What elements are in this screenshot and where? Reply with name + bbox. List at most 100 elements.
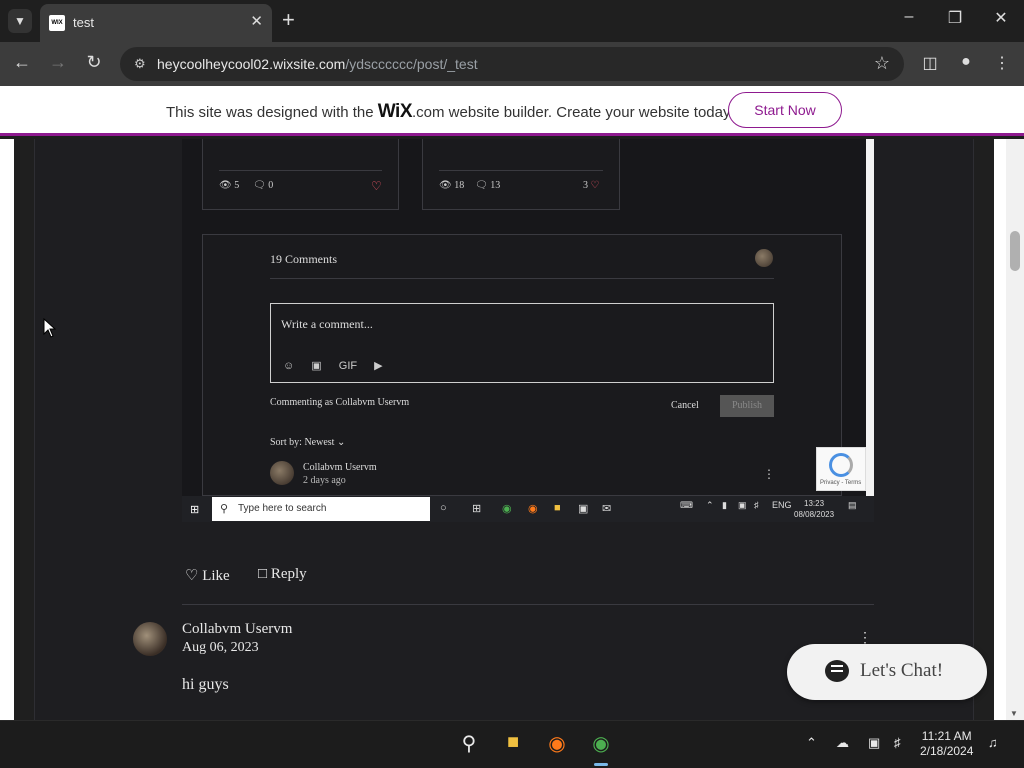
page-margin-right	[994, 139, 1006, 720]
comment-editor[interactable]: Write a comment... ☺ ▣ GIF ▶	[270, 303, 774, 383]
onedrive-icon[interactable]: ☁	[836, 735, 849, 751]
comments-section: 19 Comments Write a comment... ☺ ▣ GIF ▶…	[202, 234, 842, 496]
reply-icon: □	[258, 566, 268, 582]
active-app-indicator	[594, 763, 608, 766]
views-count: 5	[234, 180, 240, 191]
forward-icon[interactable]: →	[46, 52, 70, 73]
views-count: 18	[454, 180, 465, 191]
chat-label: Let's Chat!	[860, 660, 944, 681]
heart-icon: ♡	[590, 180, 600, 191]
windows-start-icon: ⊞	[190, 504, 200, 516]
network-icon[interactable]: ▣	[868, 735, 880, 751]
keyboard-icon: ⌨	[680, 500, 693, 510]
file-explorer-icon[interactable]: ■	[499, 731, 527, 754]
heart-icon[interactable]: ♡	[371, 179, 382, 193]
camera-icon[interactable]: ▣	[311, 360, 321, 372]
publish-button[interactable]: Publish	[720, 395, 774, 417]
search-icon: ⚲	[220, 503, 229, 515]
wix-banner: This site was designed with the WiX.com …	[0, 86, 1024, 136]
embedded-time: 13:23	[804, 499, 825, 508]
video-icon[interactable]: ▶	[374, 360, 382, 372]
window-close-icon[interactable]: ✕	[986, 8, 1016, 28]
url-host: heycoolheycool02.wixsite.com	[157, 56, 346, 72]
side-panel-icon[interactable]: ◫	[918, 53, 942, 73]
recaptcha-icon	[829, 453, 853, 477]
page-margin-left	[0, 139, 14, 720]
views-stat: 👁 5	[219, 180, 240, 191]
clock-date: 2/18/2024	[920, 744, 974, 758]
battery-icon: ▮	[722, 500, 727, 510]
folder-icon: ■	[554, 502, 561, 514]
editor-toolbar: ☺ ▣ GIF ▶	[283, 359, 397, 372]
cancel-button[interactable]: Cancel	[671, 400, 699, 411]
task-view-icon: ⊞	[472, 503, 482, 515]
comments-count-title: 19 Comments	[270, 252, 338, 266]
profile-icon[interactable]: ●	[954, 53, 978, 71]
mail-icon: ✉	[602, 503, 612, 515]
start-now-button[interactable]: Start Now	[728, 92, 842, 128]
menu-kebab-icon[interactable]: ⋮	[990, 53, 1014, 73]
avatar[interactable]	[270, 461, 294, 485]
gif-button[interactable]: GIF	[339, 360, 357, 372]
heart-icon: ♡	[185, 568, 199, 584]
reply-button[interactable]: □ Reply	[258, 566, 307, 583]
url-text: heycoolheycool02.wixsite.com/ydscccccc/p…	[157, 56, 478, 72]
reply-label: Reply	[270, 566, 307, 582]
more-options-icon[interactable]: ⋮	[763, 467, 775, 481]
embedded-scrollbar	[866, 139, 874, 496]
new-tab-icon[interactable]: +	[282, 8, 295, 32]
page-scrollbar[interactable]: ▼	[1006, 139, 1024, 720]
related-post-card-1[interactable]: 👁 5 🗨 0 ♡	[202, 139, 399, 210]
divider	[270, 278, 774, 279]
comments-stat: 🗨 0	[253, 180, 274, 191]
avatar[interactable]	[133, 622, 167, 656]
address-bar[interactable]: ⚙ heycoolheycool02.wixsite.com/ydscccccc…	[120, 47, 904, 81]
tray-chevron-icon[interactable]: ⌃	[806, 735, 817, 751]
wix-banner-message: This site was designed with the WiX.com …	[166, 101, 734, 123]
chrome-icon[interactable]: ◉	[587, 731, 615, 756]
windows-taskbar: ⚲ ■ ◉ ◉ ⌃ ☁ ▣ ♯ 11:21 AM 2/18/2024 ♫	[0, 720, 1024, 768]
emoji-icon[interactable]: ☺	[283, 360, 294, 372]
scrollbar-thumb[interactable]	[1010, 231, 1020, 271]
tab-search-icon[interactable]: ▼	[8, 9, 32, 33]
search-icon[interactable]: ⚲	[455, 731, 483, 756]
likes-stat: 3 ♡	[583, 180, 599, 191]
reload-icon[interactable]: ↻	[82, 52, 106, 73]
restore-icon[interactable]: ❐	[940, 8, 970, 28]
commenting-as: Commenting as Collabvm Uservm	[270, 397, 410, 408]
firefox-icon: ◉	[528, 503, 538, 515]
sort-dropdown[interactable]: Sort by: Newest ⌄	[270, 437, 345, 448]
lets-chat-button[interactable]: Let's Chat!	[787, 644, 987, 700]
post-embedded-screenshot: 👁 5 🗨 0 ♡ 👁 18 🗨 13 3 ♡ 19 Comments Writ…	[182, 139, 874, 522]
scroll-down-icon[interactable]: ▼	[1010, 709, 1018, 718]
like-button[interactable]: ♡ Like	[185, 566, 230, 585]
clock-time: 11:21 AM	[921, 729, 972, 743]
avatar[interactable]	[755, 249, 773, 267]
tab-close-icon[interactable]: ✕	[250, 12, 263, 30]
tab-test[interactable]: WIX test ✕	[40, 4, 272, 42]
system-clock[interactable]: 11:21 AM 2/18/2024	[920, 729, 973, 759]
recaptcha-text: Privacy - Terms	[820, 480, 862, 486]
related-post-card-2[interactable]: 👁 18 🗨 13 3 ♡	[422, 139, 620, 210]
bookmark-star-icon[interactable]: ☆	[874, 53, 890, 74]
comment-text: hi guys	[182, 676, 229, 693]
site-info-icon[interactable]: ⚙	[134, 56, 146, 72]
back-icon[interactable]: ←	[10, 52, 34, 73]
sort-label: Sort by: Newest	[270, 437, 335, 448]
notification-bell-icon[interactable]: ♫	[988, 735, 998, 750]
comment-placeholder: Write a comment...	[281, 317, 373, 331]
chat-icon	[825, 660, 849, 682]
recaptcha-badge[interactable]: Privacy - Terms	[816, 447, 866, 491]
volume-muted-icon[interactable]: ♯	[894, 735, 901, 750]
comments-stat: 🗨 13	[475, 180, 501, 191]
firefox-icon[interactable]: ◉	[543, 731, 571, 756]
taskbar-search-box: ⚲ Type here to search	[212, 497, 430, 521]
comment-author[interactable]: Collabvm Uservm	[182, 621, 292, 638]
minimize-icon[interactable]: –	[894, 8, 924, 26]
chevron-down-icon: ⌄	[336, 437, 346, 448]
taskbar-search-placeholder: Type here to search	[238, 503, 327, 514]
comment-author[interactable]: Collabvm Uservm	[303, 462, 377, 473]
embedded-windows-taskbar: ⊞ ⚲ Type here to search ○ ⊞ ◉ ◉ ■ ▣ ✉ ⌨ …	[182, 496, 874, 522]
store-icon: ▣	[578, 503, 589, 515]
chrome-icon: ◉	[502, 503, 512, 515]
